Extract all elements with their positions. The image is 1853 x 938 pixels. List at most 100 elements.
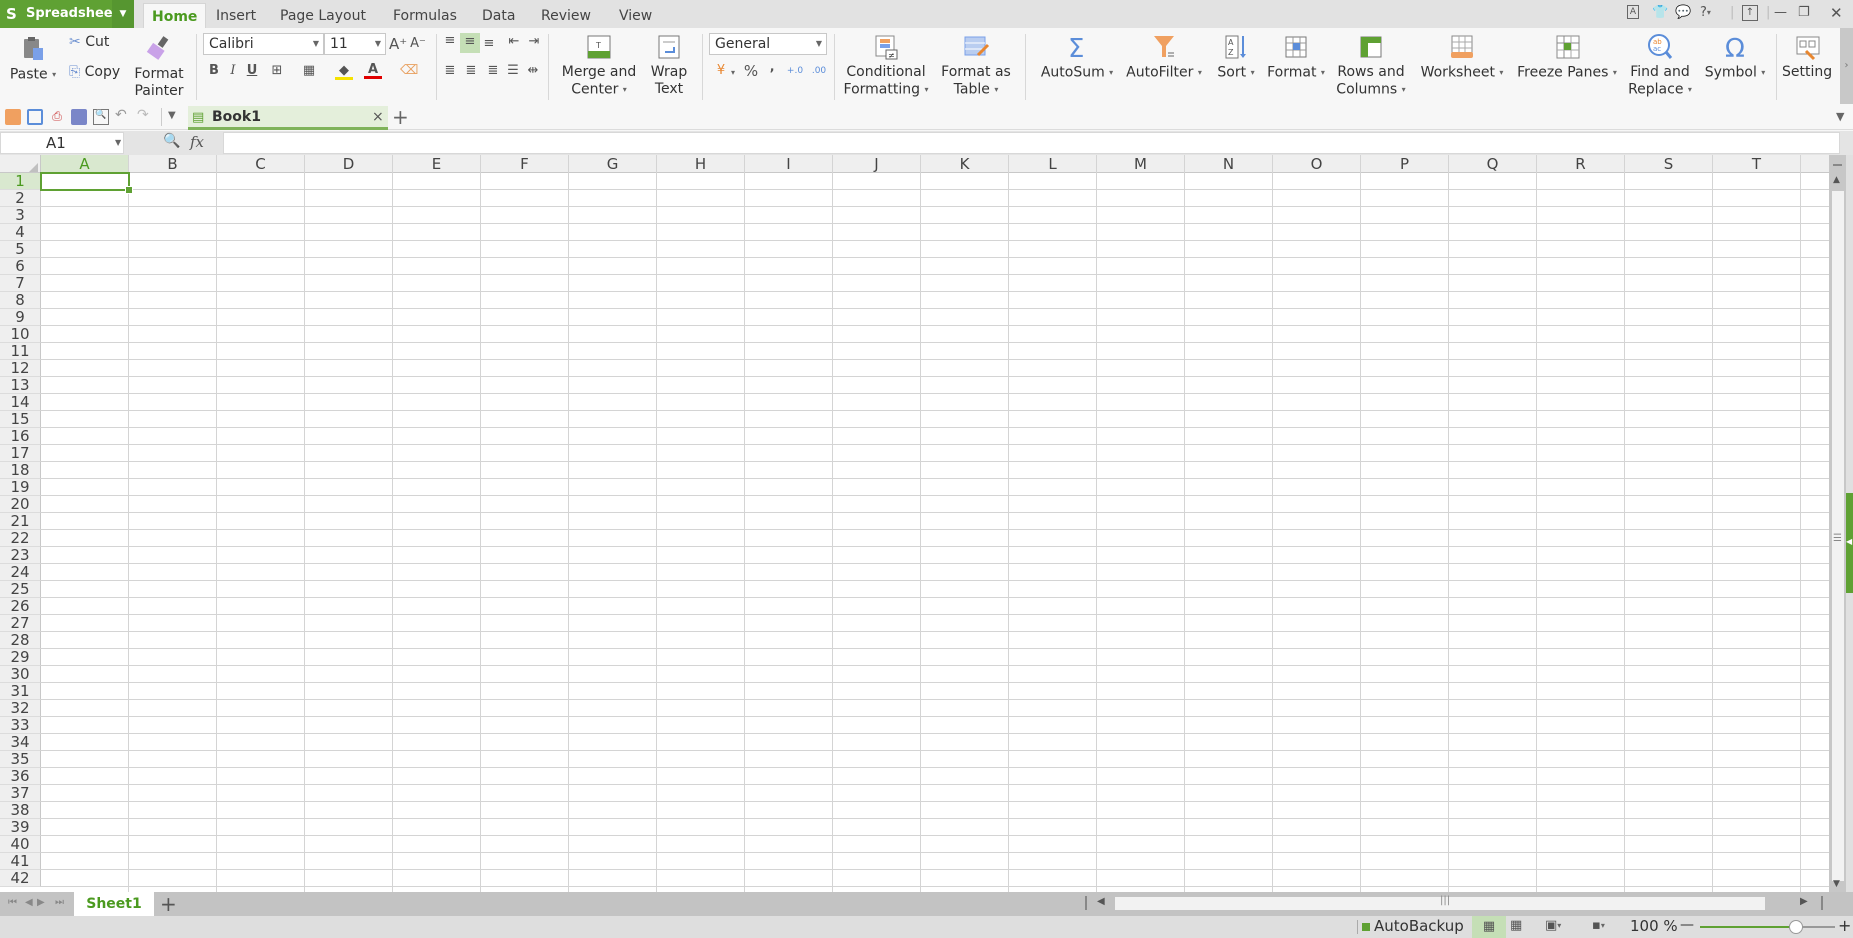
align-right-icon[interactable]: ≣ xyxy=(484,62,502,80)
row-header-36[interactable]: 36 xyxy=(0,768,41,785)
reading-mode-icon[interactable]: ▪▾ xyxy=(1592,918,1605,933)
vertical-scrollbar[interactable]: ▲ ☰ ▼ xyxy=(1829,155,1846,892)
decrease-font-icon[interactable]: A⁻ xyxy=(409,35,427,53)
horizontal-scrollbar[interactable]: ||| xyxy=(1115,895,1765,910)
row-header-17[interactable]: 17 xyxy=(0,445,41,462)
font-name-select[interactable]: Calibri ▼ xyxy=(203,33,324,55)
row-header-41[interactable]: 41 xyxy=(0,853,41,870)
symbol-button[interactable]: Ω Symbol ▾ xyxy=(1702,33,1768,82)
tab-view[interactable]: View xyxy=(611,3,660,28)
insert-function-button[interactable]: fx xyxy=(190,133,204,151)
format-painter-button[interactable]: Format Painter xyxy=(130,35,188,100)
comma-button[interactable]: ‚ xyxy=(763,59,781,77)
skin-icon[interactable]: A xyxy=(1627,5,1639,19)
save-icon[interactable] xyxy=(27,109,43,125)
row-header-27[interactable]: 27 xyxy=(0,615,41,632)
row-header-25[interactable]: 25 xyxy=(0,581,41,598)
justify-icon[interactable]: ☰ xyxy=(504,62,522,80)
row-header-35[interactable]: 35 xyxy=(0,751,41,768)
column-header-k[interactable]: K xyxy=(921,155,1009,173)
currency-format-icon[interactable]: ¥ xyxy=(712,62,730,80)
merge-center-button[interactable]: T Merge and Center ▾ xyxy=(558,33,640,99)
distributed-icon[interactable]: ⇹ xyxy=(524,62,542,80)
increase-font-icon[interactable]: A⁺ xyxy=(389,35,407,53)
help-icon[interactable]: ?▾ xyxy=(1700,5,1711,20)
row-header-10[interactable]: 10 xyxy=(0,326,41,343)
close-tab-icon[interactable]: × xyxy=(372,109,384,125)
tab-insert[interactable]: Insert xyxy=(208,3,264,28)
column-header-a[interactable]: A xyxy=(41,155,129,173)
split-handle[interactable] xyxy=(1821,896,1823,910)
decrease-decimal-icon[interactable]: .00 xyxy=(810,62,828,80)
redo-icon[interactable]: ↷ xyxy=(137,107,153,123)
row-header-18[interactable]: 18 xyxy=(0,462,41,479)
row-header-3[interactable]: 3 xyxy=(0,207,41,224)
column-header-h[interactable]: H xyxy=(657,155,745,173)
zoom-out-button[interactable]: — xyxy=(1680,917,1694,933)
row-header-13[interactable]: 13 xyxy=(0,377,41,394)
column-header-q[interactable]: Q xyxy=(1449,155,1537,173)
new-tab-button[interactable]: + xyxy=(392,105,409,129)
print-icon[interactable] xyxy=(71,109,87,125)
cell-style-icon[interactable]: ▦ xyxy=(300,62,318,80)
collapse-ribbon-icon[interactable]: ▼ xyxy=(1836,110,1844,123)
find-replace-button[interactable]: ab ac Find and Replace ▾ xyxy=(1625,33,1695,99)
format-button[interactable]: Format ▾ xyxy=(1264,33,1328,82)
increase-decimal-icon[interactable]: +.0 xyxy=(786,62,804,80)
chat-icon[interactable]: 💬 xyxy=(1675,5,1691,20)
wrap-text-button[interactable]: Wrap Text xyxy=(646,33,692,98)
align-bottom-icon[interactable]: ≡ xyxy=(480,35,498,53)
row-header-16[interactable]: 16 xyxy=(0,428,41,445)
row-header-19[interactable]: 19 xyxy=(0,479,41,496)
undo-icon[interactable]: ↶ xyxy=(115,107,131,123)
column-header-m[interactable]: M xyxy=(1097,155,1185,173)
chevron-down-icon[interactable]: ▼ xyxy=(115,133,121,153)
ribbon-scroll-right[interactable]: › xyxy=(1840,28,1853,104)
column-header-o[interactable]: O xyxy=(1273,155,1361,173)
app-menu-button[interactable]: S Spreadsheets ▼ xyxy=(0,0,134,28)
tab-page-layout[interactable]: Page Layout xyxy=(272,3,374,28)
column-header-d[interactable]: D xyxy=(305,155,393,173)
column-header-f[interactable]: F xyxy=(481,155,569,173)
row-header-21[interactable]: 21 xyxy=(0,513,41,530)
column-header-t[interactable]: T xyxy=(1713,155,1801,173)
row-header-5[interactable]: 5 xyxy=(0,241,41,258)
align-top-icon[interactable]: ≡ xyxy=(441,32,459,50)
split-handle[interactable] xyxy=(1833,164,1842,166)
row-header-37[interactable]: 37 xyxy=(0,785,41,802)
close-button[interactable]: ✕ xyxy=(1830,4,1843,22)
paste-button[interactable]: Paste ▾ xyxy=(8,35,58,84)
tab-data[interactable]: Data xyxy=(474,3,523,28)
copy-button[interactable]: ⎘ Copy xyxy=(69,64,120,80)
row-header-11[interactable]: 11 xyxy=(0,343,41,360)
open-folder-icon[interactable] xyxy=(5,109,21,125)
scroll-right-arrow[interactable]: ▶ xyxy=(1800,896,1808,907)
worksheet-button[interactable]: Worksheet ▾ xyxy=(1416,33,1508,82)
row-header-24[interactable]: 24 xyxy=(0,564,41,581)
row-header-12[interactable]: 12 xyxy=(0,360,41,377)
row-header-42[interactable]: 42 xyxy=(0,870,41,887)
prev-sheet-icon[interactable]: ◀ xyxy=(25,897,33,908)
row-header-14[interactable]: 14 xyxy=(0,394,41,411)
tab-formulas[interactable]: Formulas xyxy=(385,3,465,28)
name-box[interactable]: A1 ▼ xyxy=(0,132,124,154)
row-header-6[interactable]: 6 xyxy=(0,258,41,275)
row-header-38[interactable]: 38 xyxy=(0,802,41,819)
row-header-4[interactable]: 4 xyxy=(0,224,41,241)
add-sheet-button[interactable]: + xyxy=(160,892,177,916)
normal-view-icon[interactable]: ▦ xyxy=(1472,916,1506,938)
row-header-40[interactable]: 40 xyxy=(0,836,41,853)
freeze-panes-button[interactable]: Freeze Panes ▾ xyxy=(1513,33,1621,82)
settings-button[interactable]: Setting xyxy=(1782,33,1837,81)
column-header-i[interactable]: I xyxy=(745,155,833,173)
zoom-slider[interactable] xyxy=(1700,920,1835,934)
italic-button[interactable]: I xyxy=(224,62,242,80)
zoom-slider-handle[interactable] xyxy=(1788,920,1803,934)
page-layout-view-icon[interactable]: ▣▾ xyxy=(1545,918,1561,933)
row-header-33[interactable]: 33 xyxy=(0,717,41,734)
autosum-button[interactable]: Σ AutoSum ▾ xyxy=(1038,33,1116,82)
row-header-29[interactable]: 29 xyxy=(0,649,41,666)
autobackup-button[interactable]: AutoBackup xyxy=(1374,917,1464,935)
row-header-9[interactable]: 9 xyxy=(0,309,41,326)
row-header-39[interactable]: 39 xyxy=(0,819,41,836)
